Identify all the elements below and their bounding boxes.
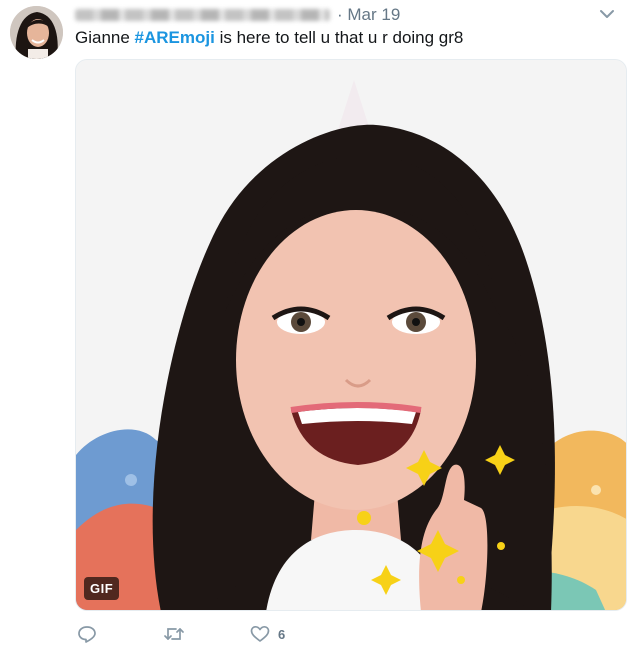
reply-icon bbox=[77, 624, 97, 644]
gif-media[interactable]: GIF bbox=[75, 59, 627, 611]
chevron-down-icon[interactable] bbox=[598, 7, 616, 21]
tweet-header: · Mar 19 bbox=[75, 3, 620, 27]
like-count: 6 bbox=[278, 626, 286, 642]
like-button[interactable]: 6 bbox=[250, 621, 285, 647]
retweet-button[interactable] bbox=[163, 621, 185, 647]
tweet-actions: 6 bbox=[77, 621, 477, 647]
hashtag-link[interactable]: #AREmoji bbox=[135, 28, 215, 47]
tweet-date[interactable]: · Mar 19 bbox=[337, 5, 400, 25]
author-name-redacted[interactable] bbox=[75, 9, 330, 21]
tweet-text-start: Gianne bbox=[75, 28, 135, 47]
tweet: · Mar 19 Gianne #AREmoji is here to tell… bbox=[0, 0, 640, 654]
retweet-icon bbox=[163, 624, 185, 644]
avatar[interactable] bbox=[10, 6, 63, 59]
gif-badge: GIF bbox=[84, 577, 120, 600]
tweet-text-end: is here to tell u that u r doing gr8 bbox=[214, 28, 464, 47]
tweet-text: Gianne #AREmoji is here to tell u that u… bbox=[75, 27, 463, 49]
reply-button[interactable] bbox=[77, 621, 97, 647]
heart-icon bbox=[250, 624, 270, 644]
aremoji-illustration bbox=[76, 60, 626, 610]
